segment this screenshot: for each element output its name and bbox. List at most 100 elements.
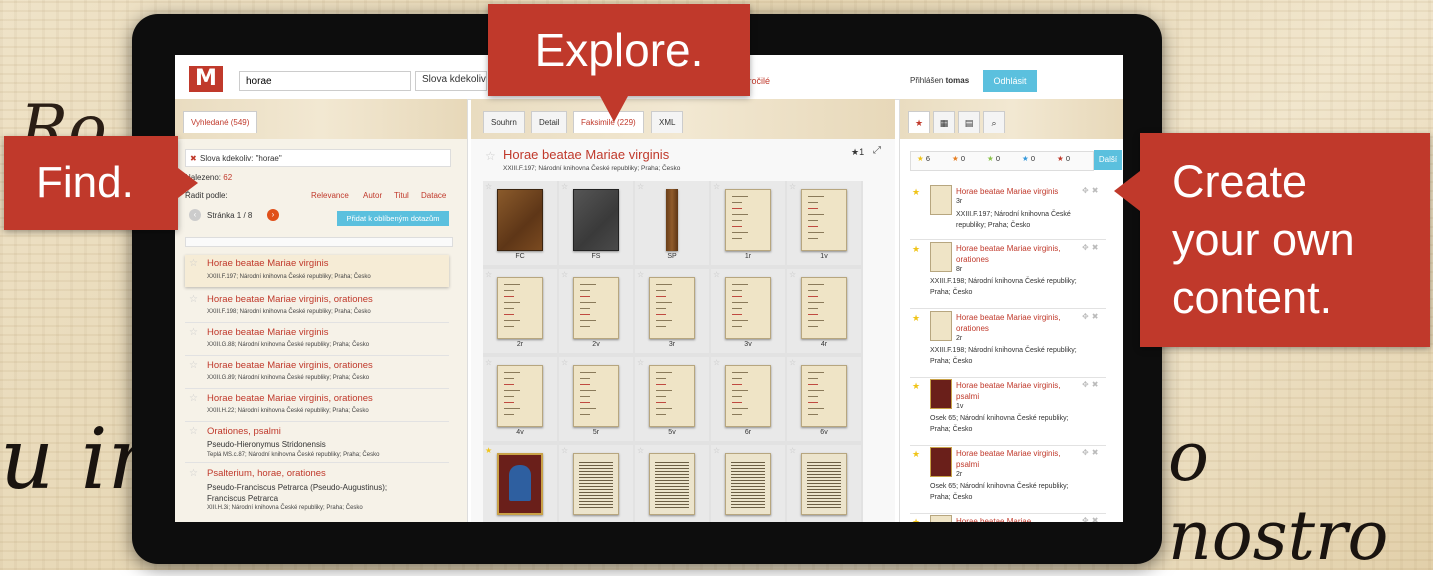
thumbnail-cell[interactable]: ☆ 4v [483,357,557,441]
result-title[interactable]: Horae beatae Mariae virginis, orationes [207,294,373,305]
page-thumbnail[interactable] [573,189,619,251]
tab-grid-icon[interactable]: ▦ [933,111,955,133]
star-icon[interactable]: ☆ [189,294,198,305]
favorite-title[interactable]: Horae beatae Mariae virginis, orationes [956,243,1074,265]
favorite-item[interactable]: ★ Horae beatae Mariae virginis, orationes… [910,242,1106,309]
color-filter[interactable]: ★ 0 [987,154,1000,163]
favorite-thumbnail[interactable] [930,185,952,215]
sort-author[interactable]: Autor [363,191,382,200]
favorite-title[interactable]: Horae beatae Mariae virginis [956,186,1074,197]
thumbnail-cell[interactable]: ☆ 4r [787,269,861,353]
thumbnail-cell[interactable]: ☆ 5r [559,357,633,441]
page-thumbnail[interactable] [649,453,695,515]
star-icon[interactable]: ☆ [485,358,492,367]
thumbnail-cell[interactable]: ☆ FC [483,181,557,265]
add-to-saved-queries-button[interactable]: Přidat k oblíbeným dotazům [337,211,449,226]
color-filter[interactable]: ★ 0 [1022,154,1035,163]
star-icon[interactable]: ☆ [637,182,644,191]
result-item[interactable]: ☆ Psalterium, horae, orationes Pseudo-Fr… [185,465,449,517]
sort-title[interactable]: Titul [394,191,409,200]
star-icon[interactable]: ☆ [637,270,644,279]
thumbnail-cell[interactable]: ☆ 6v [787,357,861,441]
favorite-title[interactable]: Horae beatae Mariae virginis, orationes [956,312,1074,334]
move-remove-icons[interactable]: ✥✖ [1082,243,1101,252]
remove-filter-icon[interactable]: ✖ [190,150,197,168]
star-icon[interactable]: ★ [912,381,920,392]
page-thumbnail[interactable] [801,189,847,251]
result-title[interactable]: Horae beatae Mariae virginis, orationes [207,360,373,371]
thumbnail-cell[interactable]: ☆ [559,445,633,522]
page-thumbnail[interactable] [725,277,771,339]
next-button[interactable]: Další [1094,150,1122,170]
page-thumbnail[interactable] [725,365,771,427]
result-title[interactable]: Orationes, psalmi [207,426,281,437]
thumbnail-cell[interactable]: ☆ [635,445,709,522]
page-thumbnail[interactable] [573,365,619,427]
result-item[interactable]: ☆ Horae beatae Mariae virginis XXIII.G.8… [185,324,449,356]
star-icon[interactable]: ☆ [485,182,492,191]
search-mode-select[interactable]: Slova kdekoliv [415,71,487,91]
star-icon[interactable]: ☆ [789,446,796,455]
favorite-thumbnail[interactable] [930,242,952,272]
star-icon[interactable]: ☆ [713,358,720,367]
page-thumbnail[interactable] [666,189,678,251]
favorite-thumbnail[interactable] [930,379,952,409]
star-icon[interactable]: ☆ [713,446,720,455]
thumbnail-cell[interactable]: ☆ 1v [787,181,861,265]
thumbnail-cell[interactable]: ☆ 1r [711,181,785,265]
result-item[interactable]: ☆ Horae beatae Mariae virginis XXIII.F.1… [185,255,449,287]
sort-date[interactable]: Datace [421,191,446,200]
thumbnail-cell[interactable]: ☆ [711,445,785,522]
favorite-item[interactable]: ★ Horae beatae Mariae virginis, psalmi 1v O… [910,379,1106,446]
page-thumbnail[interactable] [801,453,847,515]
star-icon[interactable]: ★ [912,517,920,522]
move-remove-icons[interactable]: ✥✖ [1082,380,1101,389]
move-remove-icons[interactable]: ✥✖ [1082,516,1101,522]
page-thumbnail[interactable] [801,277,847,339]
page-thumbnail[interactable] [573,453,619,515]
sort-relevance[interactable]: Relevance [311,191,349,200]
favorite-title[interactable]: Horae beatae Mariae virginis, psalmi [956,448,1074,470]
favorite-item[interactable]: ★ Horae beatae Mariae virginis, psalmi 2r O… [910,447,1106,514]
result-title[interactable]: Horae beatae Mariae virginis [207,327,328,338]
star-icon[interactable]: ☆ [789,270,796,279]
star-icon[interactable]: ☆ [485,270,492,279]
star-icon[interactable]: ☆ [561,358,568,367]
favorite-title[interactable]: Horae beatae Mariae [956,516,1074,522]
star-icon[interactable]: ☆ [789,182,796,191]
result-title[interactable]: Horae beatae Mariae virginis, orationes [207,393,373,404]
star-icon[interactable]: ☆ [189,426,198,437]
star-icon[interactable]: ☆ [189,360,198,371]
favorite-thumbnail[interactable] [930,311,952,341]
star-icon[interactable]: ☆ [561,182,568,191]
expand-icon[interactable]: ⤢ [873,145,881,156]
tab-xml[interactable]: XML [651,111,684,133]
favorite-title[interactable]: Horae beatae Mariae virginis, psalmi [956,380,1074,402]
star-icon[interactable]: ☆ [637,358,644,367]
results-scrollbar[interactable] [185,237,453,247]
favorite-item[interactable]: ★ Horae beatae Mariae ✥✖ [910,515,1106,522]
tab-search-results[interactable]: Vyhledané (549) [183,111,258,133]
pager-next-icon[interactable]: › [267,209,279,221]
move-remove-icons[interactable]: ✥✖ [1082,312,1101,321]
page-thumbnail[interactable] [497,277,543,339]
color-filter[interactable]: ★ 6 [917,154,930,163]
pager-prev-icon[interactable]: ‹ [189,209,201,221]
move-remove-icons[interactable]: ✥✖ [1082,448,1101,457]
star-icon[interactable]: ★ [912,187,920,198]
thumbnail-cell[interactable]: ☆ FS [559,181,633,265]
page-thumbnail[interactable] [649,365,695,427]
page-thumbnail[interactable] [497,365,543,427]
app-logo[interactable]: M [189,66,223,92]
star-icon[interactable]: ☆ [637,446,644,455]
tab-detail[interactable]: Detail [531,111,568,133]
page-thumbnail[interactable] [801,365,847,427]
favorite-thumbnail[interactable] [930,515,952,522]
thumbnail-cell[interactable]: ☆ 2v [559,269,633,353]
favorite-thumbnail[interactable] [930,447,952,477]
result-item[interactable]: ☆ Horae beatae Mariae virginis, oratione… [185,291,449,323]
thumbnail-cell[interactable]: ☆ [787,445,861,522]
tab-search-icon[interactable]: ⌕ [983,111,1005,133]
star-icon[interactable]: ☆ [189,468,198,479]
thumbnail-cell[interactable]: ☆ 5v [635,357,709,441]
